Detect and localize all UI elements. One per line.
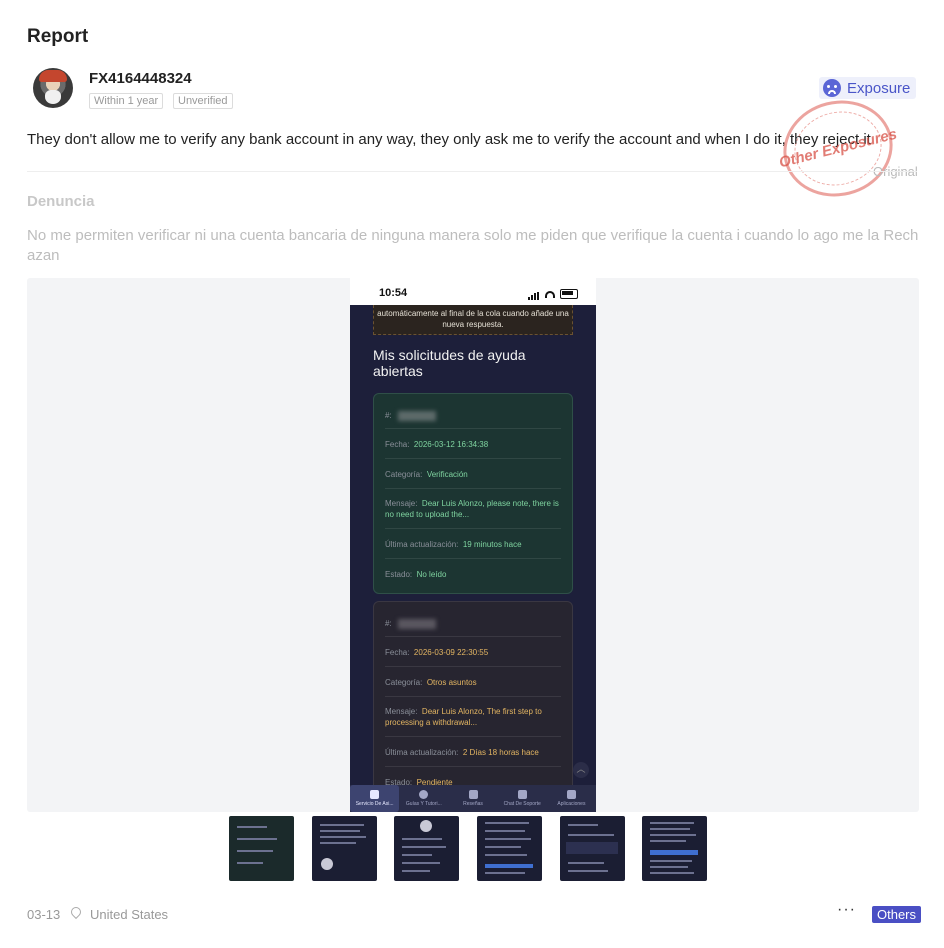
page-title: Report <box>27 26 89 47</box>
exposure-badge: Exposure <box>819 77 917 99</box>
more-options-icon[interactable]: ··· <box>837 901 856 919</box>
original-title: Denuncia <box>27 193 95 210</box>
avatar[interactable] <box>33 68 73 108</box>
post-location: United States <box>90 907 169 922</box>
phone-tab: Chat De Soporte <box>498 785 547 812</box>
post-text-translated: They don't allow me to verify any bank a… <box>27 131 871 148</box>
main-screenshot[interactable]: 10:54 automáticamente al final de la col… <box>350 278 596 812</box>
thumbnail[interactable] <box>312 816 377 881</box>
thumbnail[interactable] <box>394 816 459 881</box>
phone-status-bar: 10:54 <box>350 278 596 305</box>
category-badge[interactable]: Others <box>872 906 922 923</box>
divider <box>27 171 917 172</box>
post-date: 03-13 <box>27 907 61 922</box>
thumbnail[interactable] <box>229 816 294 881</box>
phone-time: 10:54 <box>379 287 408 299</box>
thumbnail[interactable] <box>560 816 625 881</box>
scroll-up-icon: ︿ <box>573 762 589 778</box>
phone-tab: Guías Y Tutori... <box>399 785 448 812</box>
phone-heading: Mis solicitudes de ayuda abiertas <box>373 347 526 379</box>
sad-face-icon <box>823 79 841 97</box>
exposure-label: Exposure <box>847 79 911 97</box>
username[interactable]: FX4164448324 <box>89 70 192 87</box>
phone-tab-bar: Servicio De Asi... Guías Y Tutori... Res… <box>350 785 596 812</box>
original-text: No me permiten verificar ni una cuenta b… <box>27 227 919 264</box>
phone-tab: Aplicaciones <box>547 785 596 812</box>
tag-verification: Unverified <box>173 93 233 109</box>
battery-icon <box>560 289 578 299</box>
phone-tab: Reseñas <box>448 785 497 812</box>
other-exposures-stamp: Other Exposures <box>773 89 903 208</box>
thumbnail[interactable] <box>642 816 707 881</box>
signal-icon <box>528 288 540 300</box>
wifi-icon <box>545 290 555 298</box>
location-pin-icon <box>68 904 84 920</box>
ticket-card: #: Fecha: 2026-03-12 16:34:38 Categoría:… <box>373 393 573 594</box>
ticket-card: #: Fecha: 2026-03-09 22:30:55 Categoría:… <box>373 601 573 811</box>
phone-note: automáticamente al final de la cola cuan… <box>373 305 573 335</box>
thumbnail[interactable] <box>477 816 542 881</box>
phone-tab: Servicio De Asi... <box>350 785 400 812</box>
tag-account-age: Within 1 year <box>89 93 164 109</box>
